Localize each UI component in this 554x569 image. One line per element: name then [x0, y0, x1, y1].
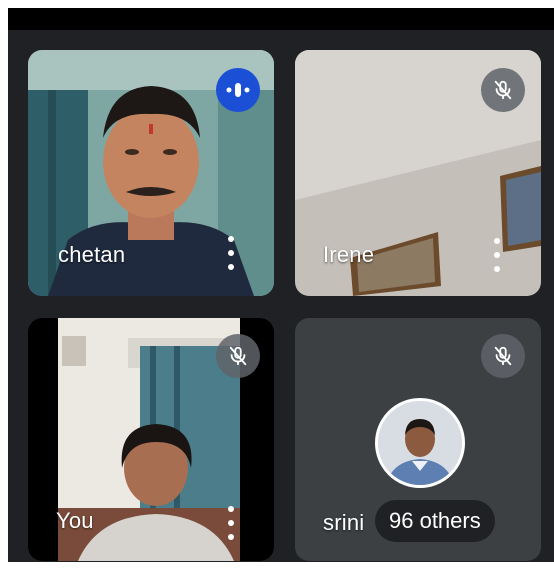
participant-name: srini — [323, 510, 365, 535]
participant-name: chetan — [58, 242, 126, 267]
participant-name: You — [56, 508, 94, 533]
participant-tile-chetan[interactable]: chetan — [28, 50, 274, 296]
more-options-icon[interactable] — [227, 236, 235, 270]
others-count-badge[interactable]: 96 others — [375, 500, 495, 542]
mic-off-icon — [481, 334, 525, 378]
mic-off-icon — [216, 334, 260, 378]
speaking-indicator-icon — [216, 68, 260, 112]
status-bar — [8, 8, 554, 30]
more-options-icon[interactable] — [493, 238, 501, 272]
meeting-screen: chetan Irene You srini 96 others — [0, 0, 554, 569]
participant-tile-irene[interactable]: Irene — [295, 50, 541, 296]
participant-grid: chetan Irene You srini 96 others — [8, 30, 554, 562]
avatar — [375, 398, 465, 488]
mic-off-icon — [481, 68, 525, 112]
participant-name: Irene — [323, 242, 375, 267]
more-options-icon[interactable] — [227, 506, 235, 540]
participant-tile-srini[interactable]: srini 96 others — [295, 318, 541, 561]
participant-tile-you[interactable]: You — [28, 318, 274, 561]
